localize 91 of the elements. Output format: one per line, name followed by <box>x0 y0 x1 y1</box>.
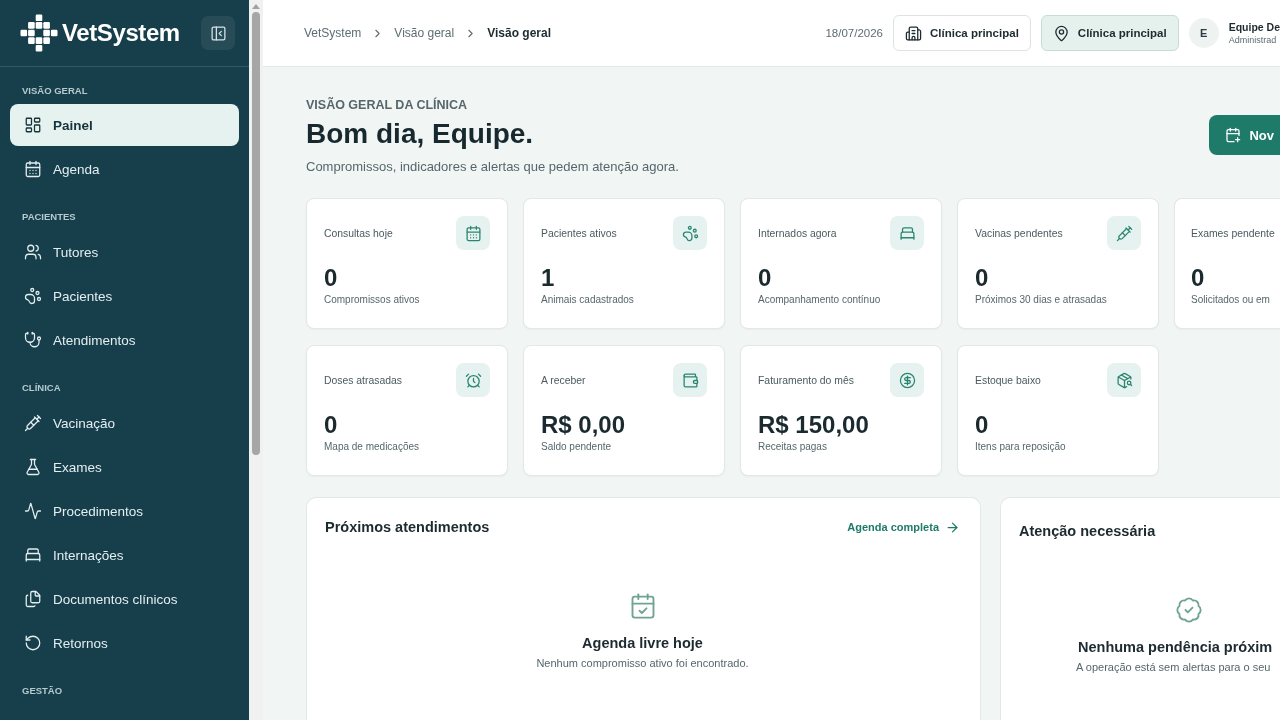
stat-value: 0 <box>324 411 339 439</box>
stat-label: Pacientes ativos <box>541 227 617 239</box>
stat-note: Animais cadastrados <box>541 294 635 305</box>
stat-value: R$ 0,00 <box>541 411 627 439</box>
calendar-plus-icon <box>1225 127 1242 143</box>
stat-label: Vacinas pendentes <box>975 227 1063 239</box>
calendar-icon <box>24 160 42 178</box>
alarm-clock-icon <box>456 363 490 397</box>
stat-value: 1 <box>541 264 556 292</box>
empty-state-title: Agenda livre hoje <box>582 635 703 651</box>
stat-note: Saldo pendente <box>541 441 613 452</box>
documents-icon <box>24 590 42 608</box>
rotate-icon <box>24 634 42 652</box>
logo-icon <box>20 14 58 52</box>
empty-state-text: Nenhum compromisso ativo foi encontrado. <box>536 657 749 669</box>
stat-value: 0 <box>758 264 773 292</box>
syringe-icon <box>24 414 42 432</box>
nav-item[interactable]: Exames <box>10 446 239 488</box>
user-avatar[interactable]: E <box>1188 18 1219 48</box>
stat-note: Acompanhamento contínuo <box>758 294 882 305</box>
section-label: VISÃO GERAL <box>21 85 89 97</box>
new-button[interactable]: Nov <box>1209 115 1280 155</box>
calendar-icon <box>456 216 490 250</box>
stat-note: Receitas pagas <box>758 441 828 452</box>
stat-label: A receber <box>541 374 586 386</box>
date-text: 18/07/2026 <box>825 27 883 39</box>
stat-label: Internados agora <box>758 227 837 239</box>
stat-label: Consultas hoje <box>324 227 393 239</box>
dollar-icon <box>890 363 924 397</box>
stat-note: Mapa de medicações <box>324 441 421 452</box>
user-role: Administrad <box>1228 35 1278 45</box>
page-subtitle: Compromissos, indicadores e alertas que pedem atenção agora. <box>306 159 679 175</box>
collapse-sidebar-icon <box>209 24 227 42</box>
stat-value: 0 <box>975 411 990 439</box>
nav-item[interactable]: Painel <box>10 104 239 146</box>
bed-icon <box>890 216 924 250</box>
stat-label: Faturamento do mês <box>758 374 854 386</box>
user-name: Equipe De <box>1228 21 1280 33</box>
nav-item[interactable]: Retornos <box>10 622 239 664</box>
map-pin-icon <box>1052 24 1070 42</box>
clinic-button[interactable]: Clínica principal <box>893 15 1031 51</box>
arrow-right-icon <box>945 519 960 535</box>
pulse-icon <box>24 502 42 520</box>
badge-check-icon <box>1175 596 1203 624</box>
stethoscope-icon <box>24 331 42 349</box>
building-icon <box>905 24 922 42</box>
stat-label: Estoque baixo <box>975 374 1041 386</box>
syringe-icon <box>1107 216 1141 250</box>
users-icon <box>24 243 42 261</box>
stat-value: 0 <box>975 264 990 292</box>
section-label: GESTÃO <box>21 685 64 697</box>
nav-item[interactable]: Pacientes <box>10 275 239 317</box>
section-label: CLÍNICA <box>21 382 62 394</box>
panel-title: Atenção necessária <box>1019 523 1156 539</box>
panel-title: Próximos atendimentos <box>325 519 490 535</box>
nav-item[interactable]: Internações <box>10 534 239 576</box>
breadcrumb-link[interactable]: Visão geral <box>394 26 455 40</box>
nav-item[interactable]: Documentos clínicos <box>10 578 239 620</box>
stat-label: Exames pendente <box>1191 227 1275 239</box>
panel-link[interactable]: Agenda completa <box>847 519 960 535</box>
page-title: Bom dia, Equipe. <box>306 117 535 150</box>
collapse-button[interactable] <box>201 16 235 50</box>
stat-value: 0 <box>1191 264 1206 292</box>
package-search-icon <box>1107 363 1141 397</box>
breadcrumb-link[interactable]: VetSystem <box>304 26 362 40</box>
paw-icon <box>24 287 42 305</box>
stat-note: Próximos 30 dias e atrasadas <box>975 294 1108 305</box>
nav-item[interactable]: Atendimentos <box>10 319 239 361</box>
bed-icon <box>24 546 42 564</box>
flask-icon <box>24 458 42 476</box>
nav-item[interactable]: Procedimentos <box>10 490 239 532</box>
stat-label: Doses atrasadas <box>324 374 402 386</box>
stat-value: R$ 150,00 <box>758 411 870 439</box>
section-label: PACIENTES <box>21 211 77 223</box>
nav-item[interactable]: Tutores <box>10 231 239 273</box>
brand-name: VetSystem <box>62 19 180 47</box>
wallet-icon <box>673 363 707 397</box>
empty-state-text: A operação está sem alertas para o seu <box>1076 661 1271 673</box>
paw-icon <box>673 216 707 250</box>
stat-note: Solicitados ou em <box>1191 294 1271 305</box>
dashboard-icon <box>24 116 42 134</box>
stat-note: Itens para reposição <box>975 441 1067 452</box>
location-button[interactable]: Clínica principal <box>1040 15 1179 51</box>
nav-item[interactable]: Vacinação <box>10 402 239 444</box>
stat-note: Compromissos ativos <box>324 294 421 305</box>
breadcrumb-current: Visão geral <box>487 26 551 40</box>
page-eyebrow: VISÃO GERAL DA CLÍNICA <box>306 98 469 113</box>
scrollbar[interactable] <box>249 0 263 720</box>
nav-item[interactable]: Agenda <box>10 148 239 190</box>
stat-value: 0 <box>324 264 339 292</box>
empty-state-title: Nenhuma pendência próxim <box>1078 639 1273 655</box>
